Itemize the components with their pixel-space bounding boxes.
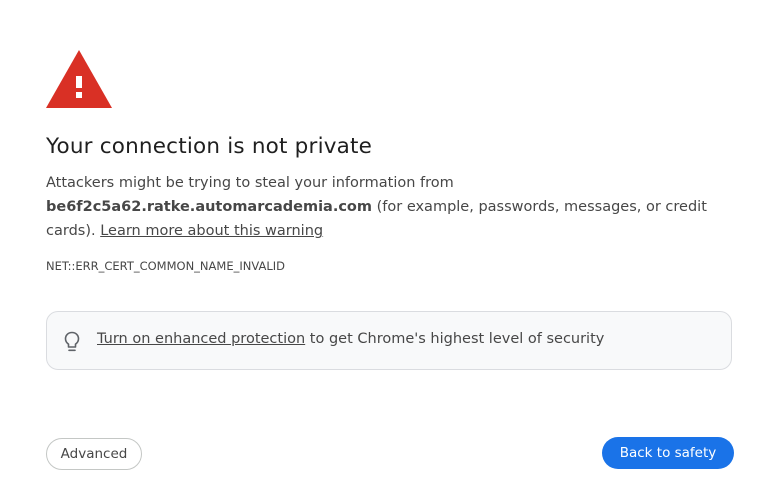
page-title: Your connection is not private (46, 134, 373, 159)
site-hostname: be6f2c5a62.ratke.automarcademia.com (46, 199, 372, 215)
lightbulb-icon (64, 331, 80, 352)
error-code: NET::ERR_CERT_COMMON_NAME_INVALID (46, 259, 285, 273)
enhanced-protection-text: Turn on enhanced protection to get Chrom… (97, 331, 604, 347)
interstitial-page: Your connection is not private Attackers… (0, 0, 780, 493)
learn-more-link[interactable]: Learn more about this warning (100, 223, 323, 239)
warning-triangle-icon (46, 50, 112, 108)
warning-description: Attackers might be trying to steal your … (46, 171, 736, 243)
enhanced-protection-banner: Turn on enhanced protection to get Chrom… (46, 311, 732, 370)
enhanced-protection-rest: to get Chrome's highest level of securit… (305, 331, 605, 347)
description-intro: Attackers might be trying to steal your … (46, 175, 454, 191)
back-to-safety-button[interactable]: Back to safety (602, 437, 734, 469)
enhanced-protection-link[interactable]: Turn on enhanced protection (97, 331, 305, 347)
advanced-button[interactable]: Advanced (46, 438, 142, 470)
